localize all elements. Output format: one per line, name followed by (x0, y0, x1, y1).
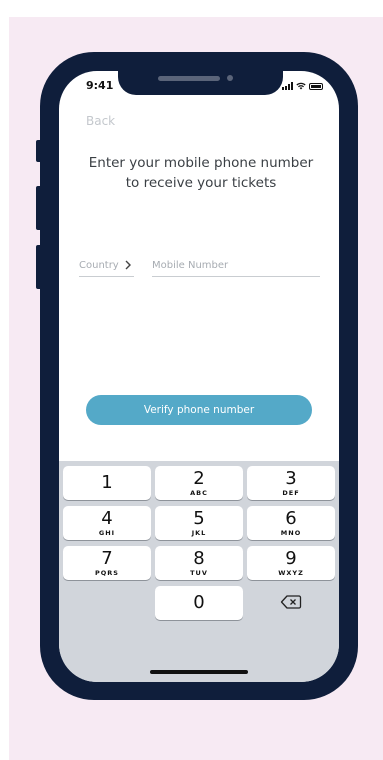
key-5[interactable]: 5 JKL (155, 506, 243, 540)
key-digit: 0 (193, 592, 205, 613)
back-button[interactable]: Back (86, 114, 115, 128)
key-digit: 5 (193, 507, 205, 529)
battery-icon (309, 83, 323, 90)
page-title-line-2: to receive your tickets (125, 175, 277, 191)
key-letters: TUV (190, 568, 208, 577)
backspace-icon[interactable] (280, 594, 302, 610)
status-icons (282, 82, 323, 90)
key-digit: 9 (285, 547, 297, 569)
key-letters: PQRS (95, 568, 119, 577)
key-8[interactable]: 8 TUV (155, 546, 243, 580)
key-letters: MNO (280, 528, 302, 537)
key-digit: 4 (101, 507, 113, 529)
wifi-icon (296, 82, 306, 90)
key-letters: DEF (282, 488, 300, 497)
key-4[interactable]: 4 GHI (63, 506, 151, 540)
key-digit: 1 (101, 472, 113, 493)
signal-icon (282, 82, 293, 90)
speaker-grille (158, 76, 220, 81)
page-title: Enter your mobile phone number to receiv… (70, 153, 332, 193)
status-time: 9:41 (86, 79, 114, 92)
key-6[interactable]: 6 MNO (247, 506, 335, 540)
mobile-number-field[interactable] (152, 254, 320, 277)
mobile-number-input[interactable] (152, 259, 320, 271)
front-camera (227, 75, 233, 81)
key-1[interactable]: 1 (63, 466, 151, 500)
key-9[interactable]: 9 WXYZ (247, 546, 335, 580)
key-0[interactable]: 0 (155, 586, 243, 620)
country-label: Country (79, 259, 119, 271)
page-title-line-1: Enter your mobile phone number (88, 155, 314, 171)
key-letters: ABC (190, 488, 208, 497)
key-letters: JKL (191, 528, 207, 537)
key-7[interactable]: 7 PQRS (63, 546, 151, 580)
key-letters: GHI (98, 528, 116, 537)
key-3[interactable]: 3 DEF (247, 466, 335, 500)
key-2[interactable]: 2 ABC (155, 466, 243, 500)
verify-phone-button[interactable]: Verify phone number (86, 395, 312, 425)
phone-notch (118, 71, 283, 95)
home-indicator (150, 670, 248, 674)
country-selector[interactable]: Country (79, 254, 134, 277)
key-digit: 6 (285, 507, 297, 529)
key-digit: 3 (285, 467, 297, 489)
chevron-right-icon (125, 260, 131, 270)
key-digit: 2 (193, 467, 205, 489)
key-digit: 7 (101, 547, 113, 569)
key-digit: 8 (193, 547, 205, 569)
key-letters: WXYZ (278, 568, 304, 577)
